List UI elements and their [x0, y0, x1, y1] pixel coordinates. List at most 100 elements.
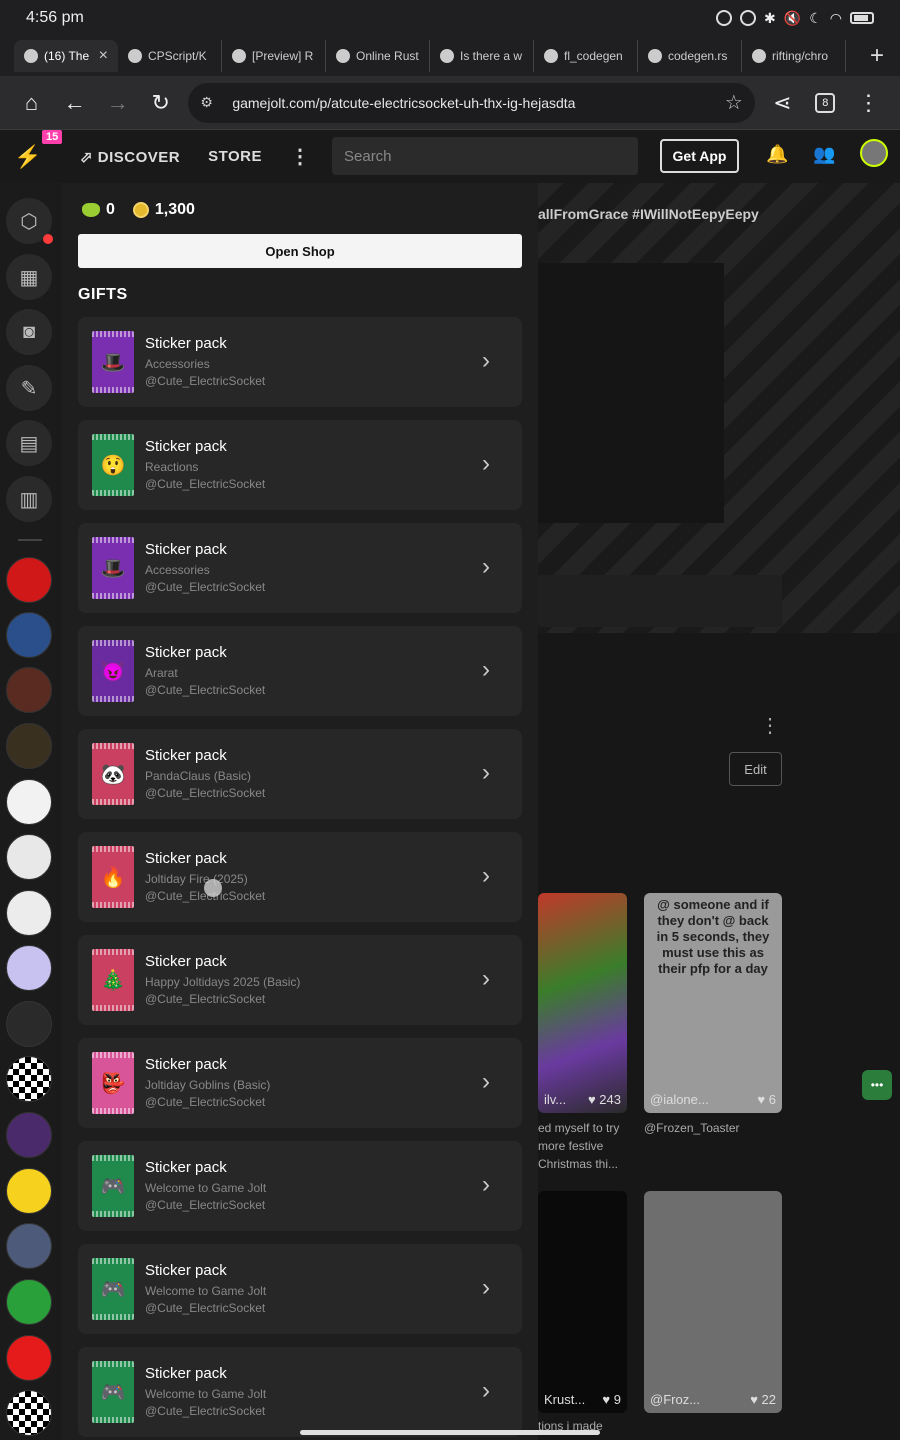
gift-title: Sticker pack	[145, 1159, 227, 1176]
community-avatar[interactable]	[6, 945, 52, 991]
open-shop-button[interactable]: Open Shop	[78, 234, 522, 268]
browser-tab[interactable]: [Preview] R	[222, 40, 326, 72]
community-avatar[interactable]	[6, 667, 52, 713]
post-card[interactable]: @ someone and if they don't @ back in 5 …	[644, 893, 782, 1113]
post-options-icon[interactable]: ⋮	[760, 713, 780, 738]
community-avatar[interactable]	[6, 612, 52, 658]
community-avatar[interactable]	[6, 834, 52, 880]
site-settings-icon[interactable]: ⚙	[200, 94, 222, 111]
post-card[interactable]: Krust... ♥ 9	[538, 1191, 627, 1413]
backpack-panel: 0 1,300 Open Shop GIFTS 🎩 Sticker pack Acc…	[62, 183, 538, 1440]
community-avatar[interactable]	[6, 890, 52, 936]
tab-label: CPScript/K	[148, 49, 207, 63]
store-link[interactable]: STORE	[208, 148, 262, 165]
community-avatar[interactable]	[6, 1056, 52, 1102]
gift-author: @Cute_ElectricSocket	[145, 683, 266, 697]
gift-item[interactable]: 🎮 Sticker pack Welcome to Game Jolt @Cute_E…	[78, 1244, 522, 1334]
community-avatar[interactable]	[6, 557, 52, 603]
gift-author: @Cute_ElectricSocket	[145, 992, 266, 1006]
forward-icon[interactable]: →	[96, 81, 139, 125]
tab-switcher-button[interactable]: 8	[804, 81, 847, 125]
community-avatar[interactable]	[6, 1279, 52, 1325]
tab-label: [Preview] R	[252, 49, 314, 63]
community-avatar[interactable]	[6, 1001, 52, 1047]
quests-icon[interactable]: ✎	[6, 365, 52, 411]
gift-title: Sticker pack	[145, 747, 227, 764]
sticker-pack-thumbnail: 🎮	[92, 1361, 134, 1423]
clock: 4:56 pm	[26, 9, 84, 26]
community-avatar[interactable]	[6, 1223, 52, 1269]
banner-placeholder	[538, 263, 724, 523]
gift-item[interactable]: 🎮 Sticker pack Welcome to Game Jolt @Cute_E…	[78, 1347, 522, 1437]
gift-item[interactable]: 🐼 Sticker pack PandaClaus (Basic) @Cute_Ele…	[78, 729, 522, 819]
gesture-home-bar	[300, 1430, 600, 1435]
tab-label: rifting/chro	[772, 49, 829, 63]
backpack-icon[interactable]: ◙	[6, 309, 52, 355]
community-avatar[interactable]	[6, 723, 52, 769]
browser-menu-icon[interactable]: ⋮	[847, 81, 890, 125]
share-icon[interactable]: ⋖	[761, 81, 804, 125]
lightning-logo-icon: ⚡	[14, 143, 42, 169]
gift-subtitle: Welcome to Game Jolt	[145, 1284, 267, 1298]
browser-tab[interactable]: rifting/chro	[742, 40, 846, 72]
more-menu-icon[interactable]: ⋮	[290, 144, 311, 169]
address-bar[interactable]: ⚙ gamejolt.com/p/atcute-electricsocket-u…	[188, 82, 755, 123]
post-card[interactable]: @Froz... ♥ 22	[644, 1191, 782, 1413]
mute-icon: 🔇	[783, 9, 802, 26]
gamejolt-logo[interactable]: ⚡ 15	[0, 130, 63, 183]
get-app-button[interactable]: Get App	[660, 139, 739, 173]
community-avatar[interactable]	[6, 1390, 52, 1436]
card-likes: ♥ 243	[587, 1092, 621, 1107]
gift-title: Sticker pack	[145, 850, 227, 867]
post-card[interactable]: ilv... ♥ 243	[538, 893, 627, 1113]
community-avatar[interactable]	[6, 779, 52, 825]
gift-item[interactable]: 🎮 Sticker pack Welcome to Game Jolt @Cute_E…	[78, 1141, 522, 1231]
chat-icon[interactable]: ▤	[6, 420, 52, 466]
gift-subtitle: Welcome to Game Jolt	[145, 1181, 267, 1195]
gift-subtitle: Accessories	[145, 563, 210, 577]
community-avatar[interactable]	[6, 1112, 52, 1158]
new-tab-icon[interactable]: +	[854, 42, 900, 70]
community-avatar[interactable]	[6, 1168, 52, 1214]
gift-subtitle: Accessories	[145, 357, 210, 371]
bookmark-star-icon[interactable]: ☆	[725, 90, 743, 115]
reload-icon[interactable]: ↻	[139, 81, 182, 125]
bell-icon[interactable]: 🔔	[766, 144, 788, 165]
back-icon[interactable]: ←	[53, 81, 96, 125]
gift-item[interactable]: 😲 Sticker pack Reactions @Cute_ElectricSock…	[78, 420, 522, 510]
url-text[interactable]: gamejolt.com/p/atcute-electricsocket-uh-…	[232, 95, 575, 111]
card-likes-count: 6	[768, 1092, 776, 1107]
browser-tab[interactable]: CPScript/K	[118, 40, 222, 72]
user-avatar[interactable]	[860, 139, 888, 167]
gift-item[interactable]: 🔥 Sticker pack Joltiday Fire (2025) @Cute_E…	[78, 832, 522, 922]
friends-icon[interactable]: 👥	[813, 144, 835, 165]
close-tab-icon[interactable]: ×	[99, 47, 108, 65]
tab-favicon-icon	[440, 49, 454, 63]
community-avatar[interactable]	[6, 1335, 52, 1381]
gift-subtitle: Reactions	[145, 460, 199, 474]
browser-tab[interactable]: Online Rust	[326, 40, 430, 72]
browser-tab[interactable]: codegen.rs	[638, 40, 742, 72]
chat-bubble-icon[interactable]: •••	[862, 1070, 892, 1100]
library-icon[interactable]: ▥	[6, 476, 52, 522]
sticker-pack-art: 🎮	[100, 1381, 126, 1404]
discover-link[interactable]: ⬀ DISCOVER	[80, 148, 180, 166]
gift-item[interactable]: 🎩 Sticker pack Accessories @Cute_ElectricSo…	[78, 317, 522, 407]
card-user: ilv...	[544, 1092, 567, 1107]
gift-title: Sticker pack	[145, 438, 227, 455]
browser-tab[interactable]: (16) The ×	[14, 40, 118, 72]
gift-item[interactable]: 👺 Sticker pack Joltiday Goblins (Basic) @Cu…	[78, 1038, 522, 1128]
gift-title: Sticker pack	[145, 953, 227, 970]
store-icon[interactable]: ▦	[6, 254, 52, 300]
browser-tab[interactable]: fl_codegen	[534, 40, 638, 72]
edit-button[interactable]: Edit	[729, 752, 782, 786]
chevron-right-icon: ›	[482, 1274, 490, 1301]
tab-favicon-icon	[752, 49, 766, 63]
card-likes-count: 9	[613, 1392, 621, 1407]
gift-item[interactable]: 🎄 Sticker pack Happy Joltidays 2025 (Basic…	[78, 935, 522, 1025]
gift-item[interactable]: 🎩 Sticker pack Accessories @Cute_ElectricSo…	[78, 523, 522, 613]
browser-tab[interactable]: Is there a w	[430, 40, 534, 72]
gift-item[interactable]: 😈 Sticker pack Ararat @Cute_ElectricSocket ›	[78, 626, 522, 716]
home-icon[interactable]: ⌂	[10, 81, 53, 125]
search-input[interactable]: Search	[332, 137, 638, 175]
